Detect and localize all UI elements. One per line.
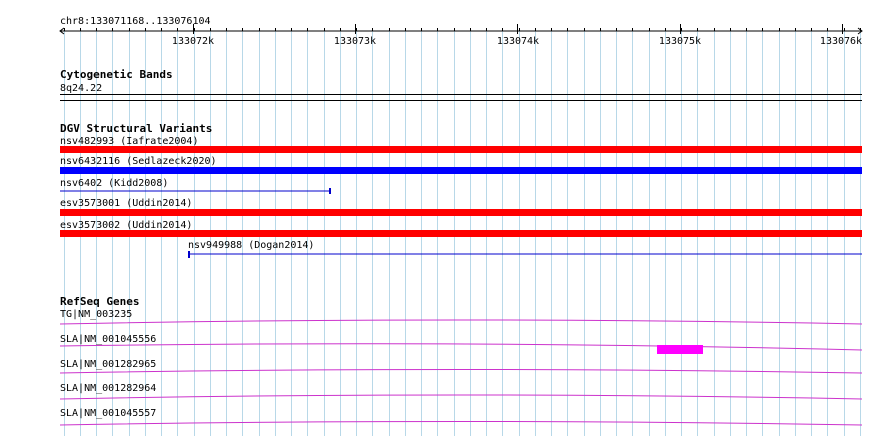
tick-label: 133075k	[659, 36, 701, 47]
variant-label: esv3573001 (Uddin2014)	[60, 198, 192, 209]
track-dgv-structural-variants[interactable]: DGV Structural Variants nsv482993 (Iafra…	[60, 122, 862, 258]
genome-browser-view: chr8:133071168..133076104 133072k 133073…	[0, 0, 890, 436]
track-refseq-genes[interactable]: RefSeq Genes TG|NM_003235 SLA|NM_0010455…	[59, 295, 863, 426]
location-label: chr8:133071168..133076104	[60, 16, 211, 27]
transcript-line[interactable]	[59, 343, 863, 351]
tick-label: 133072k	[172, 36, 214, 47]
variant-bar[interactable]	[60, 230, 862, 237]
variant-label: nsv949988 (Dogan2014)	[188, 240, 314, 251]
track-cytogenetic-bands[interactable]: Cytogenetic Bands 8q24.22	[60, 68, 862, 101]
variant-bar[interactable]	[60, 167, 862, 174]
exon-block[interactable]	[657, 345, 703, 354]
variant-label: nsv6432116 (Sedlazeck2020)	[60, 156, 217, 167]
track-title: Cytogenetic Bands	[60, 68, 173, 81]
variant-label: nsv482993 (Iafrate2004)	[60, 136, 198, 147]
transcript-line[interactable]	[59, 319, 863, 325]
variant-label: esv3573002 (Uddin2014)	[60, 220, 192, 231]
transcript-line[interactable]	[59, 394, 863, 400]
tick-label: 133073k	[334, 36, 376, 47]
tick-label: 133076k	[820, 36, 862, 47]
transcript-label: SLA|NM_001045556	[60, 334, 156, 345]
transcript-label: SLA|NM_001282964	[60, 383, 156, 394]
transcript-label: TG|NM_003235	[60, 309, 132, 320]
tick-label: 133074k	[497, 36, 539, 47]
position-ruler[interactable]: chr8:133071168..133076104 133072k 133073…	[59, 16, 863, 47]
variant-bar[interactable]	[60, 146, 862, 153]
transcript-line[interactable]	[59, 421, 863, 426]
track-title: RefSeq Genes	[60, 295, 139, 308]
variant-label: nsv6402 (Kidd2008)	[60, 178, 168, 189]
transcript-label: SLA|NM_001282965	[60, 359, 156, 370]
transcript-line[interactable]	[59, 369, 863, 374]
cytoband-label: 8q24.22	[60, 83, 102, 94]
variant-bar[interactable]	[60, 209, 862, 216]
track-title: DGV Structural Variants	[60, 122, 212, 135]
transcript-label: SLA|NM_001045557	[60, 408, 156, 419]
